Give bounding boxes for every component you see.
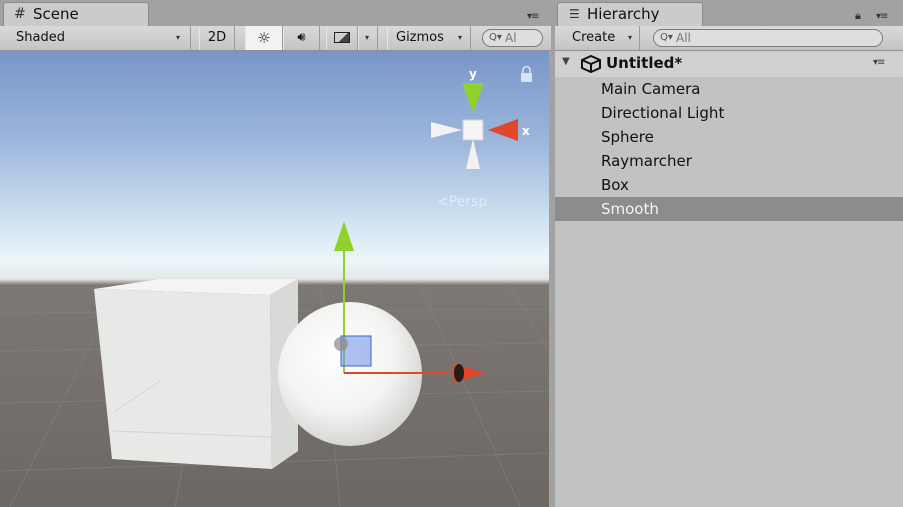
- lock-icon[interactable]: [521, 65, 532, 83]
- image-icon: [334, 32, 350, 43]
- axis-x-label: x: [522, 124, 530, 138]
- hierarchy-tab-bar: ☰ Hierarchy 🔒︎ ▾≡: [555, 0, 903, 27]
- effects-toggle-button[interactable]: [326, 26, 358, 50]
- mode-2d-label: 2D: [207, 30, 227, 45]
- effects-dropdown-button[interactable]: ▾: [358, 26, 378, 50]
- box-object[interactable]: [94, 279, 298, 469]
- scene-viewport[interactable]: y x <Persp: [0, 51, 549, 507]
- scene-tab-bar: # Scene ▾≡: [0, 0, 551, 27]
- grid-icon: #: [14, 6, 26, 22]
- panel-menu-icon[interactable]: ▾≡: [527, 12, 539, 22]
- dropdown-arrow-icon: ▾: [365, 33, 370, 42]
- speaker-icon: 🔊︎: [297, 30, 306, 45]
- projection-label-text: Persp: [448, 194, 488, 210]
- scene-menu-icon[interactable]: ▾≡: [873, 57, 885, 68]
- scene-panel: # Scene ▾≡ Shaded ▾ 2D ☼ 🔊︎ ▾ Gizmos ▾ Q…: [0, 0, 551, 507]
- hierarchy-panel: ☰ Hierarchy 🔒︎ ▾≡ Create ▾ Q▾ All ▼ Unti…: [555, 0, 903, 507]
- expand-arrow-icon[interactable]: ▼: [562, 56, 570, 67]
- scene-search-input[interactable]: Q▾ Al: [482, 29, 543, 47]
- scene-search-placeholder: Al: [505, 31, 517, 45]
- search-icon: Q▾: [489, 32, 502, 43]
- shading-mode-label: Shaded: [16, 30, 65, 45]
- hierarchy-item-directional-light[interactable]: Directional Light: [555, 101, 903, 125]
- hierarchy-item-raymarcher[interactable]: Raymarcher: [555, 149, 903, 173]
- scene-root-row[interactable]: ▼ Untitled* ▾≡: [555, 51, 903, 77]
- orientation-gizmo[interactable]: y x: [431, 67, 530, 169]
- tab-scene[interactable]: # Scene: [3, 2, 149, 26]
- create-label: Create: [572, 30, 616, 45]
- projection-label[interactable]: <Persp: [437, 194, 487, 210]
- tab-scene-label: Scene: [33, 5, 79, 23]
- scene-name: Untitled*: [606, 54, 683, 72]
- panel-menu-icon[interactable]: ▾≡: [876, 12, 888, 22]
- dropdown-arrow-icon: ▾: [458, 33, 463, 42]
- dropdown-arrow-icon: ▾: [176, 33, 181, 42]
- hierarchy-item-smooth[interactable]: Smooth: [555, 197, 903, 221]
- hierarchy-item-main-camera[interactable]: Main Camera: [555, 77, 903, 101]
- gizmos-label: Gizmos: [396, 30, 444, 45]
- shading-mode-dropdown[interactable]: Shaded ▾: [8, 26, 191, 50]
- hierarchy-search-input[interactable]: Q▾ All: [653, 29, 883, 47]
- mode-2d-button[interactable]: 2D: [199, 26, 235, 50]
- scene-toolbar: Shaded ▾ 2D ☼ 🔊︎ ▾ Gizmos ▾ Q▾ Al: [0, 26, 551, 51]
- unity-scene-icon: [581, 55, 601, 73]
- hierarchy-item-sphere[interactable]: Sphere: [555, 125, 903, 149]
- hierarchy-tree: Main Camera Directional Light Sphere Ray…: [555, 77, 903, 221]
- audio-toggle-button[interactable]: 🔊︎: [283, 26, 320, 50]
- lighting-toggle-button[interactable]: ☼: [245, 26, 283, 50]
- axis-y-label: y: [469, 67, 477, 81]
- hierarchy-item-box[interactable]: Box: [555, 173, 903, 197]
- list-icon: ☰: [569, 7, 580, 21]
- chevron-left-icon: <: [437, 194, 449, 210]
- scene-viewport-canvas: y x: [0, 65, 549, 507]
- hierarchy-toolbar: Create ▾ Q▾ All: [555, 26, 903, 51]
- gizmos-dropdown[interactable]: Gizmos ▾: [387, 26, 471, 50]
- lock-icon[interactable]: 🔒︎: [855, 9, 861, 23]
- hierarchy-search-placeholder: All: [676, 31, 691, 45]
- sun-icon: ☼: [257, 29, 271, 47]
- search-icon: Q▾: [660, 32, 673, 43]
- create-dropdown[interactable]: Create ▾: [562, 26, 640, 50]
- tab-hierarchy[interactable]: ☰ Hierarchy: [557, 2, 703, 26]
- dropdown-arrow-icon: ▾: [628, 33, 633, 42]
- tab-hierarchy-label: Hierarchy: [587, 5, 660, 23]
